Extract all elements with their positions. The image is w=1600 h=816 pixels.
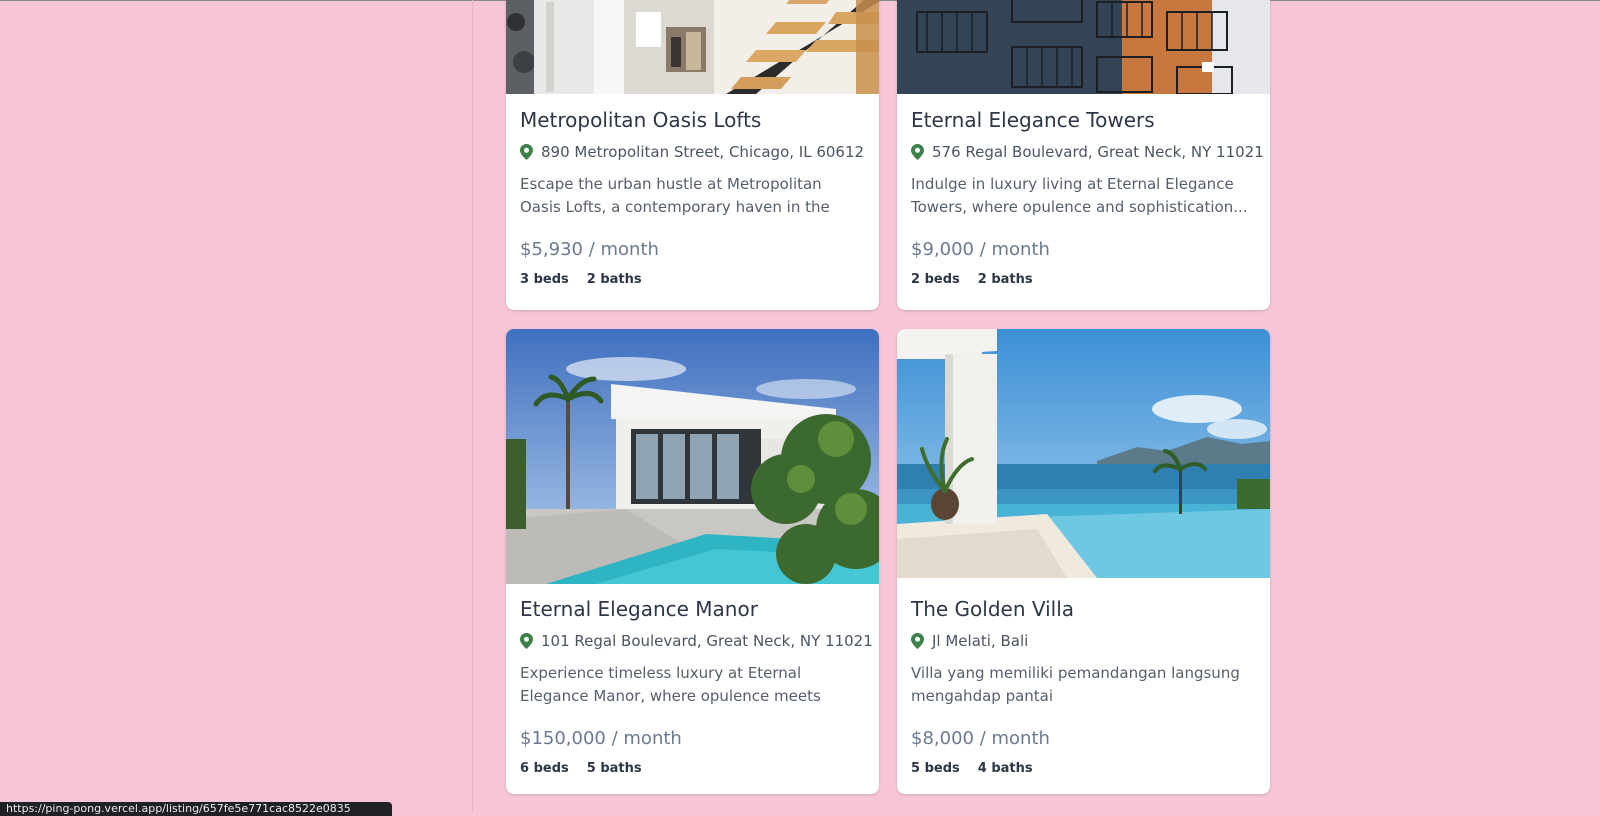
listing-baths: 5 baths (586, 761, 642, 776)
listing-card[interactable]: Eternal Elegance Towers 576 Regal Boulev… (897, 0, 1270, 310)
map-pin-icon (911, 144, 924, 160)
listing-description: Experience timeless luxury at Eternal El… (520, 664, 821, 705)
listing-description: Escape the urban hustle at Metropolitan … (520, 175, 830, 216)
listing-beds: 6 beds (520, 761, 569, 776)
listing-specs: 5 beds 4 baths (911, 760, 1256, 778)
listing-specs: 2 beds 2 baths (911, 271, 1256, 289)
sidebar-divider (472, 0, 473, 813)
listing-card[interactable]: Eternal Elegance Manor 101 Regal Bouleva… (506, 329, 879, 794)
listing-address-text: Jl Melati, Bali (932, 632, 1029, 650)
listing-beds: 2 beds (911, 272, 960, 287)
listing-description: Villa yang memiliki pemandangan langsung… (911, 664, 1240, 705)
map-pin-icon (911, 633, 924, 649)
listing-address-text: 576 Regal Boulevard, Great Neck, NY 1102… (932, 143, 1264, 161)
listing-image[interactable] (897, 329, 1270, 578)
listing-title[interactable]: Eternal Elegance Manor (520, 596, 865, 622)
listing-address-text: 101 Regal Boulevard, Great Neck, NY 1102… (541, 632, 873, 650)
listing-price: $9,000 / month (911, 239, 1050, 260)
listing-image[interactable] (506, 0, 879, 94)
listing-baths: 2 baths (586, 272, 642, 287)
listing-card[interactable]: The Golden Villa Jl Melati, Bali Villa y… (897, 329, 1270, 794)
listing-address: 576 Regal Boulevard, Great Neck, NY 1102… (911, 142, 1264, 162)
listing-address: Jl Melati, Bali (911, 631, 1256, 651)
listing-price: $150,000 / month (520, 728, 682, 749)
listing-address: 890 Metropolitan Street, Chicago, IL 606… (520, 142, 865, 162)
listing-description: Indulge in luxury living at Eternal Eleg… (911, 175, 1248, 216)
listing-image[interactable] (506, 329, 879, 584)
listing-specs: 6 beds 5 baths (520, 760, 865, 778)
map-pin-icon (520, 633, 533, 649)
listing-address: 101 Regal Boulevard, Great Neck, NY 1102… (520, 631, 873, 651)
listing-card[interactable]: Metropolitan Oasis Lofts 890 Metropolita… (506, 0, 879, 310)
listing-beds: 5 beds (911, 761, 960, 776)
listing-beds: 3 beds (520, 272, 569, 287)
listing-title[interactable]: Metropolitan Oasis Lofts (520, 107, 865, 133)
listing-title[interactable]: The Golden Villa (911, 596, 1256, 622)
listing-specs: 3 beds 2 baths (520, 271, 865, 289)
listing-price: $5,930 / month (520, 239, 659, 260)
listing-price: $8,000 / month (911, 728, 1050, 749)
listing-baths: 4 baths (977, 761, 1033, 776)
listing-title[interactable]: Eternal Elegance Towers (911, 107, 1256, 133)
map-pin-icon (520, 144, 533, 160)
listing-address-text: 890 Metropolitan Street, Chicago, IL 606… (541, 143, 865, 161)
listing-baths: 2 baths (977, 272, 1033, 287)
status-bar-url: https://ping-pong.vercel.app/listing/657… (0, 802, 392, 816)
listing-image[interactable] (897, 0, 1270, 94)
